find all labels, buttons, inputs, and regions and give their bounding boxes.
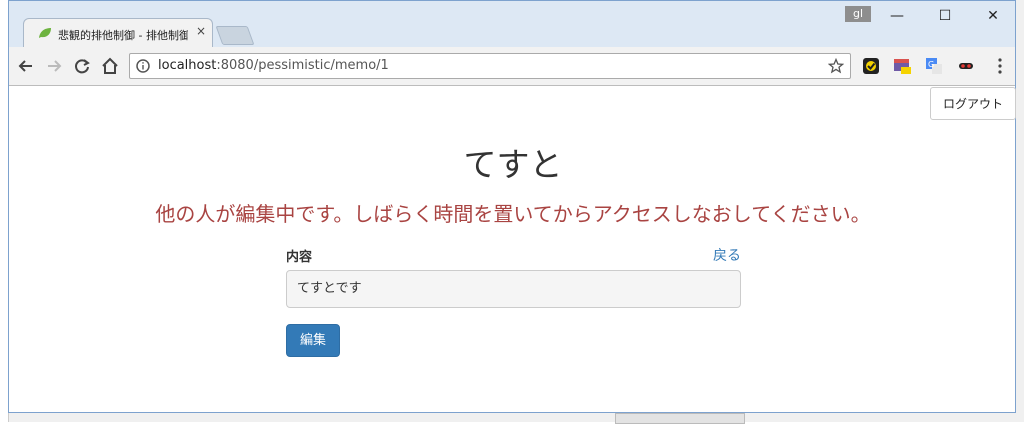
url-text: localhost:8080/pessimistic/memo/1 bbox=[158, 58, 389, 73]
address-bar[interactable]: localhost:8080/pessimistic/memo/1 bbox=[129, 53, 851, 79]
browser-toolbar: localhost:8080/pessimistic/memo/1 G bbox=[9, 47, 1015, 86]
star-icon[interactable] bbox=[828, 58, 844, 74]
logout-button[interactable]: ログアウト bbox=[930, 87, 1016, 120]
tab-title: 悲観的排他制御 - 排他制御 bbox=[58, 29, 188, 42]
maximize-button[interactable]: ☐ bbox=[923, 5, 967, 27]
spring-leaf-icon bbox=[39, 28, 51, 38]
page-content: ログアウト てすと 他の人が編集中です。しばらく時間を置いてからアクセスしなおし… bbox=[9, 86, 1016, 412]
menu-icon[interactable] bbox=[991, 57, 1009, 75]
back-icon[interactable] bbox=[15, 55, 37, 77]
content-label: 内容 bbox=[286, 250, 313, 265]
extension-check-icon[interactable] bbox=[862, 57, 880, 75]
page-title: てすと bbox=[463, 145, 563, 184]
tab-close-icon[interactable]: × bbox=[196, 24, 206, 38]
url-path: :8080/pessimistic/memo/1 bbox=[216, 58, 389, 73]
edit-button[interactable]: 編集 bbox=[286, 324, 340, 357]
new-tab-button[interactable] bbox=[215, 26, 255, 45]
browser-tab[interactable]: 悲観的排他制御 - 排他制御 × bbox=[23, 18, 213, 48]
minimize-button[interactable]: — bbox=[875, 5, 919, 27]
title-bar: 悲観的排他制御 - 排他制御 × gl — ☐ ✕ bbox=[9, 1, 1015, 48]
extension-window-icon[interactable] bbox=[893, 57, 911, 75]
url-host: localhost bbox=[158, 58, 217, 73]
profile-badge[interactable]: gl bbox=[845, 6, 871, 22]
reload-icon[interactable] bbox=[71, 55, 93, 77]
forward-icon[interactable] bbox=[43, 55, 65, 77]
info-icon[interactable] bbox=[136, 59, 150, 73]
close-window-button[interactable]: ✕ bbox=[971, 5, 1015, 27]
background-window-edge bbox=[615, 413, 745, 424]
extension-mask-icon[interactable] bbox=[957, 57, 975, 75]
back-link[interactable]: 戻る bbox=[713, 245, 741, 265]
translate-icon[interactable]: G bbox=[925, 57, 943, 75]
svg-text:G: G bbox=[928, 60, 934, 69]
home-icon[interactable] bbox=[99, 55, 121, 77]
warning-message: 他の人が編集中です。しばらく時間を置いてからアクセスしなおしてください。 bbox=[155, 202, 871, 226]
content-field: てすとです bbox=[286, 270, 741, 308]
browser-window: 悲観的排他制御 - 排他制御 × gl — ☐ ✕ localhost:8080… bbox=[8, 0, 1016, 413]
